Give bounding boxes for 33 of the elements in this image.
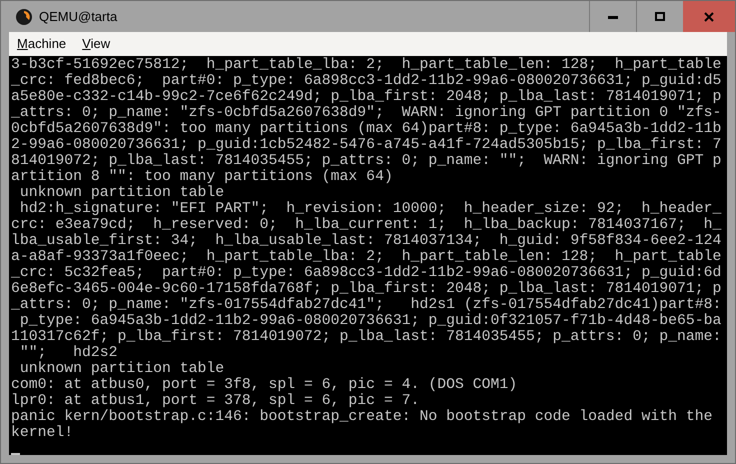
menu-item[interactable]: View — [74, 34, 118, 54]
console-line: _attrs: 0; p_name: "zfs-0cbfd5a2607638d9"; WARN: ignoring GPT partition 0 "zfs- — [11, 105, 722, 121]
close-button[interactable] — [683, 1, 735, 32]
console-line: a5e80e-c332-c14b-99c2-7ce6f62c249d; p_lba_first: 2048; p_lba_last: 7814019071; p — [11, 89, 722, 105]
minimize-icon — [608, 14, 618, 18]
console-line: lpr0: at atbus1, port = 378, spl = 6, pic = 7. — [11, 393, 420, 409]
console-line: 814019072; p_lba_last: 7814035455; p_attrs: 0; p_name: ""; WARN: ignoring GPT p — [11, 153, 722, 169]
console-line: _crc: fed8bec6; part#0: p_type: 6a898cc3-1dd2-11b2-99a6-080020736631; p_guid:d5 — [11, 73, 722, 89]
console-line: com0: at atbus0, port = 3f8, spl = 6, pic = 4. (DOS COM1) — [11, 377, 518, 393]
console-line: panic kern/bootstrap.c:146: bootstrap_create: No bootstrap code loaded with the — [11, 409, 712, 425]
console-line: 0cbfd5a2607638d9": too many partitions (max 64)part#8: p_type: 6a945a3b-1dd2-11b — [11, 121, 722, 137]
console-line: crc: e3ea79cd; h_reserved: 0; h_lba_current: 1; h_lba_backup: 7814037167; h_ — [11, 217, 722, 233]
console-line: hd2:h_signature: "EFI PART"; h_revision: 10000; h_header_size: 92; h_header_ — [18, 201, 722, 217]
console-line: 2-99a6-080020736631; p_guid:1cb52482-5476-a745-a41f-724ad5305b15; p_lba_first: 7 — [11, 137, 722, 153]
console-line: 3-b3cf-51692ec75812; h_part_table_lba: 2; h_part_table_len: 128; h_part_table — [11, 57, 722, 73]
console-line: _attrs: 0; p_name: "zfs-017554dfab27dc41"; hd2s1 (zfs-017554dfab27dc41)part#8: — [11, 297, 722, 313]
close-icon — [704, 12, 714, 22]
console-line: p_type: 6a945a3b-1dd2-11b2-99a6-080020736631; p_guid:0f321057-f71b-4d48-be65-ba — [18, 313, 722, 329]
console-line: a-a8af-93373a1f0eec; h_part_table_lba: 2; h_part_table_len: 128; h_part_table — [11, 249, 722, 265]
text-cursor — [11, 453, 20, 455]
console-line: 6e8efc-3465-004e-9c60-17158fda768f; p_lba_first: 2048; p_lba_last: 7814019071; p — [11, 281, 722, 297]
console-line: artition 8 "": too many partitions (max 64) — [11, 169, 393, 185]
console-line: unknown partition table — [18, 361, 224, 377]
qemu-logo-icon — [15, 8, 33, 26]
console-line: 110317c62f; p_lba_first: 7814019072; p_lba_last: 7814035455; p_attrs: 0; p_name: — [11, 329, 722, 345]
window-title: QEMU@tarta — [39, 8, 118, 26]
console-line: ""; hd2s2 — [18, 345, 118, 361]
console-line: lba_usable_first: 34; h_lba_usable_last: 7814037134; h_guid: 9f58f834-6ee2-124 — [11, 233, 722, 249]
console-line: kernel! — [11, 425, 74, 441]
maximize-icon — [655, 12, 665, 21]
console-line: _crc: 5c32fea5; part#0: p_type: 6a898cc3-1dd2-11b2-99a6-080020736631; p_guid:6d — [11, 265, 722, 281]
console-line: unknown partition table — [18, 185, 224, 201]
menu-item[interactable]: Machine — [9, 34, 74, 54]
